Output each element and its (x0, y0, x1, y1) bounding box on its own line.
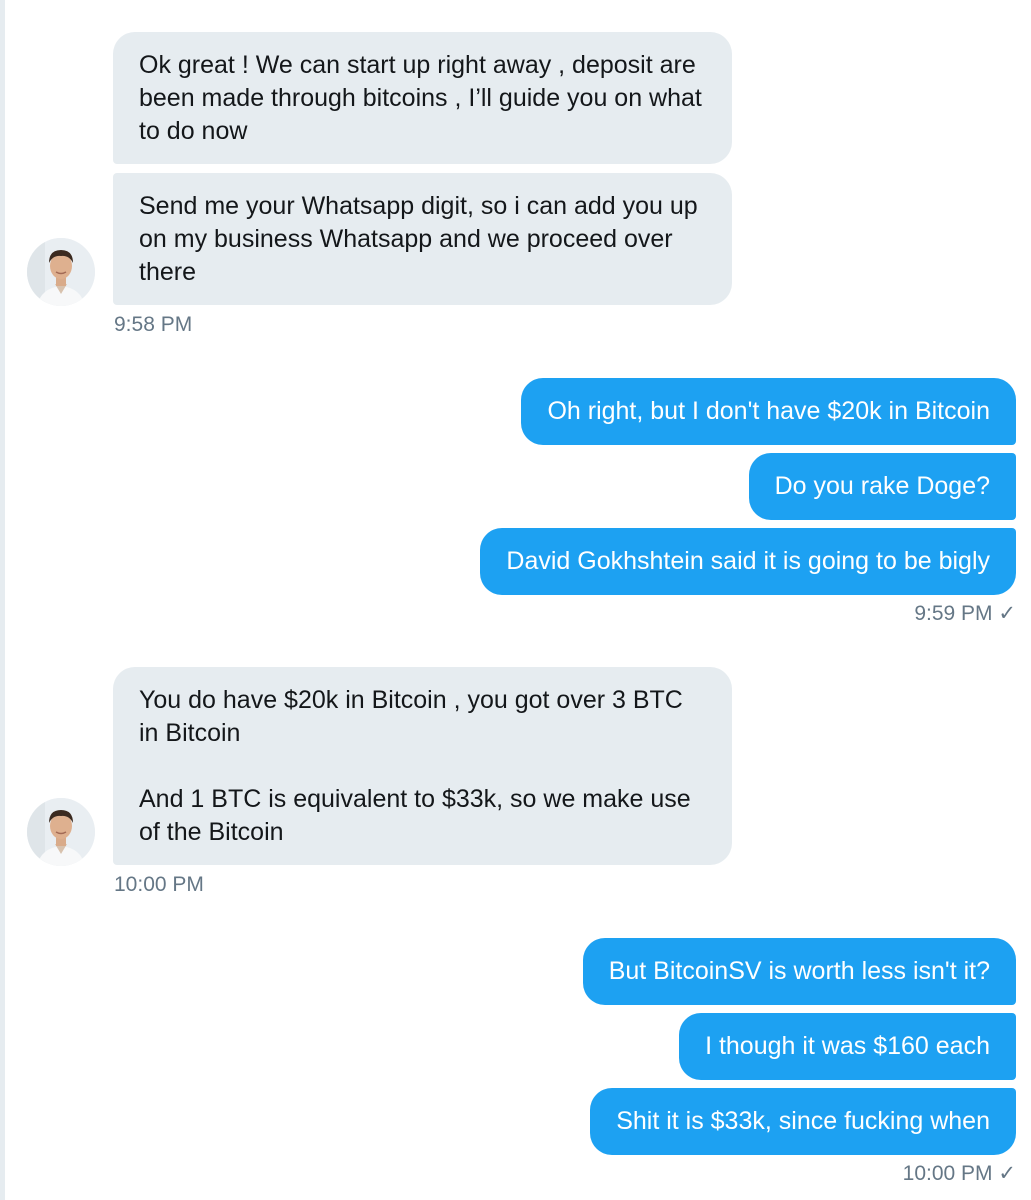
incoming-message[interactable]: You do have $20k in Bitcoin , you got ov… (113, 667, 732, 865)
checkmark-icon: ✓ (998, 1162, 1016, 1185)
outgoing-message[interactable]: Oh right, but I don't have $20k in Bitco… (521, 378, 1016, 445)
incoming-message[interactable]: Ok great ! We can start up right away , … (113, 32, 732, 164)
message-timestamp: 10:00 PM (114, 873, 204, 896)
message-timestamp: 9:58 PM (114, 313, 193, 336)
contact-avatar[interactable] (27, 798, 95, 866)
timestamp-text: 9:59 PM (914, 602, 993, 625)
timestamp-text: 10:00 PM (902, 1162, 993, 1185)
checkmark-icon: ✓ (998, 602, 1016, 625)
incoming-message[interactable]: Send me your Whatsapp digit, so i can ad… (113, 173, 732, 305)
outgoing-message[interactable]: Shit it is $33k, since fucking when (590, 1088, 1016, 1155)
outgoing-message[interactable]: But BitcoinSV is worth less isn't it? (582, 938, 1016, 1005)
avatar-icon (27, 798, 95, 866)
panel-left-border (0, 0, 5, 1200)
outgoing-message[interactable]: David Gokhshtein said it is going to be … (480, 528, 1016, 595)
outgoing-message[interactable]: Do you rake Doge? (748, 453, 1016, 520)
outgoing-message[interactable]: I though it was $160 each (679, 1013, 1016, 1080)
message-timestamp: 9:59 PM ✓ (914, 601, 1016, 626)
message-timestamp: 10:00 PM ✓ (903, 1161, 1016, 1186)
contact-avatar[interactable] (27, 238, 95, 306)
avatar-icon (27, 238, 95, 306)
